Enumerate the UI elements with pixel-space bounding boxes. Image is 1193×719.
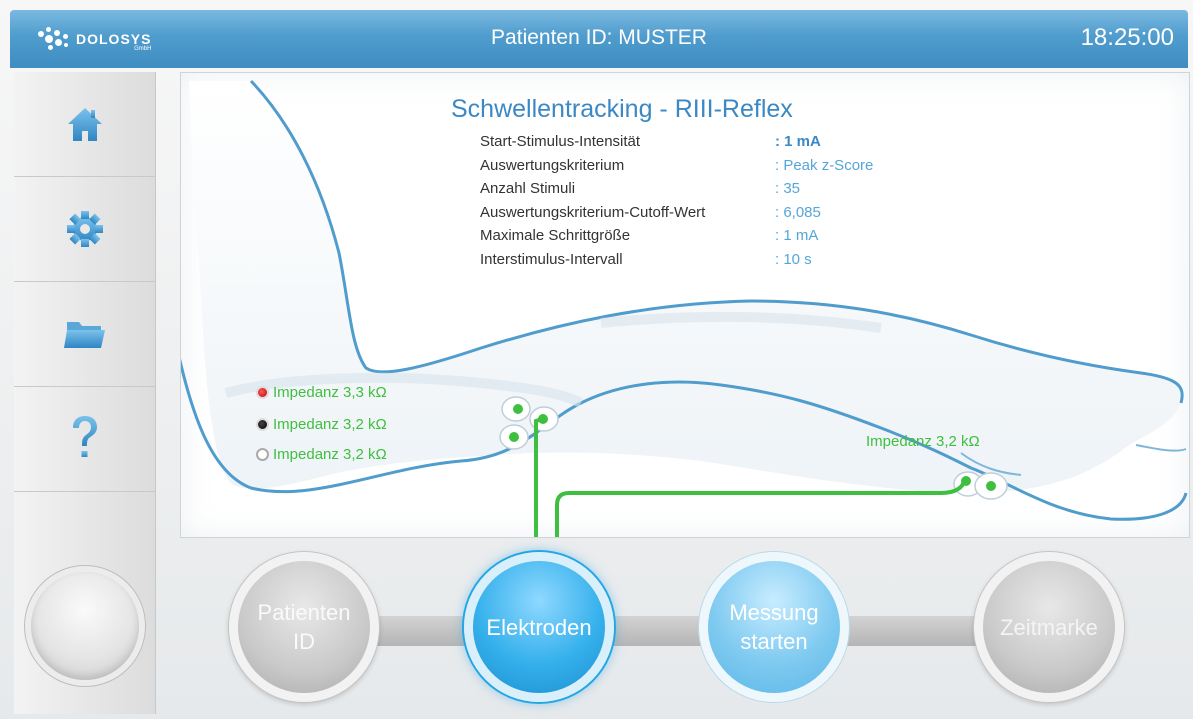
impedance-foot-electrode: Impedanz 3,2 kΩ [866,433,980,450]
param-value: : 35 [775,180,801,197]
home-icon [67,108,102,141]
param-row: Start-Stimulus-Intensität : 1 mA [480,130,873,154]
step-electrodes-button[interactable]: Elektroden [464,552,614,702]
step-label: Zeitmarke [1000,614,1098,640]
param-label: Maximale Schrittgröße [480,227,631,244]
power-button[interactable] [31,572,139,680]
protocol-parameters: Start-Stimulus-Intensität : 1 mA Auswertu… [480,130,873,271]
impedance-label: Impedanz 3,2 kΩ [866,433,980,450]
sidebar-item-home[interactable] [14,72,155,177]
param-row: Anzahl Stimuli : 35 [480,177,873,201]
param-label: Start-Stimulus-Intensität [480,133,641,150]
param-label: Auswertungskriterium-Cutoff-Wert [480,203,706,221]
app-frame: DOLOSYS GmbH Patienten ID: MUSTER 18:25:… [0,0,1193,719]
impedance-label: Impedanz 3,2 kΩ [273,416,387,433]
param-row: Auswertungskriterium-Cutoff-Wert : 6,085 [480,201,873,225]
param-label: Interstimulus-Intervall [480,250,623,268]
black-electrode-icon [256,418,269,431]
white-electrode-icon [256,448,269,461]
header-bar: DOLOSYS GmbH Patienten ID: MUSTER 18:25:… [10,10,1188,68]
step-start-measurement-button[interactable]: Messung starten [699,552,849,702]
step-patient-id-button[interactable]: Patienten ID [229,552,379,702]
step-label: Elektroden [486,614,592,640]
sidebar [14,72,156,714]
impedance-label: Impedanz 3,2 kΩ [273,446,387,463]
param-value: : 6,085 [775,203,821,221]
workflow-track [290,616,1090,646]
impedance-label: Impedanz 3,3 kΩ [273,384,387,401]
impedance-white-electrode: Impedanz 3,2 kΩ [256,446,387,463]
param-value: : 1 mA [775,227,819,244]
electrode-panel: Schwellentracking - RIII-Reflex Start-St… [180,72,1190,538]
step-label: Patienten [257,600,351,625]
sidebar-item-open[interactable] [14,282,155,387]
step-time-marker-button[interactable]: Zeitmarke [974,552,1124,702]
folder-icon [63,322,105,348]
param-row: Maximale Schrittgröße : 1 mA [480,224,873,248]
param-label: Auswertungskriterium [480,156,625,174]
param-row: Interstimulus-Intervall : 10 s [480,248,873,272]
sidebar-item-settings[interactable] [14,177,155,282]
protocol-title: Schwellentracking - RIII-Reflex [451,95,793,123]
patient-id-title: Patienten ID: MUSTER [491,26,707,49]
red-electrode-icon [256,386,269,399]
impedance-black-electrode: Impedanz 3,2 kΩ [256,416,387,433]
param-row: Auswertungskriterium : Peak z-Score [480,154,873,178]
param-value: : 1 mA [775,133,821,150]
step-label: Messung [729,600,819,625]
param-value: : 10 s [775,250,812,268]
clock: 18:25:00 [1080,24,1174,51]
impedance-red-electrode: Impedanz 3,3 kΩ [256,384,387,401]
param-value: : Peak z-Score [775,156,874,174]
sidebar-item-help[interactable] [14,387,155,492]
help-icon [72,416,97,457]
step-label: ID [293,629,315,654]
gear-icon [66,211,103,247]
param-label: Anzahl Stimuli [480,180,576,197]
step-label: starten [740,629,808,654]
